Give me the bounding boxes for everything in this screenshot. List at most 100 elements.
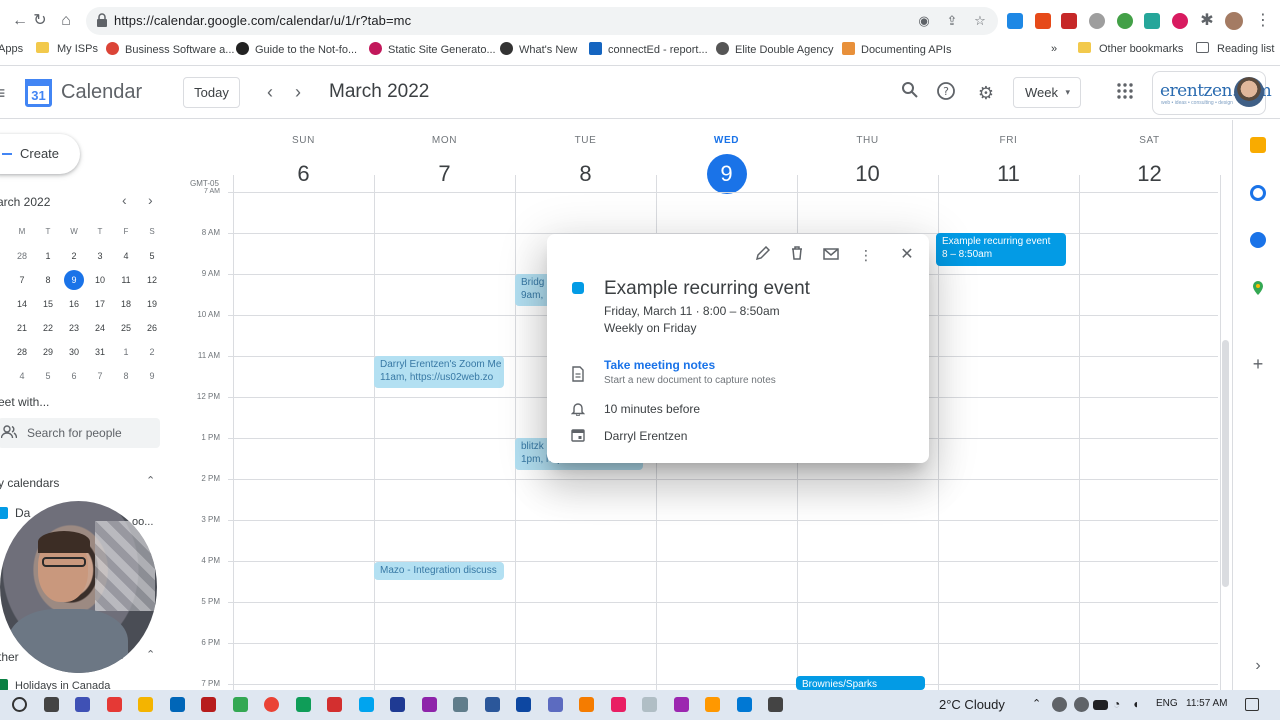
calendar-list-item[interactable]: Daoo... <box>0 506 153 528</box>
mini-day[interactable]: 4 <box>9 364 35 388</box>
search-icon[interactable] <box>12 697 27 712</box>
mini-day[interactable]: 22 <box>35 316 61 340</box>
tasks-icon[interactable] <box>1250 185 1266 201</box>
more-vert-icon[interactable]: ⋮ <box>1253 11 1273 31</box>
mini-day[interactable]: 24 <box>87 316 113 340</box>
bookmark-item[interactable]: Documenting APIs <box>842 42 952 58</box>
language-indicator[interactable]: ENG <box>1156 698 1178 709</box>
mini-day[interactable]: 21 <box>9 316 35 340</box>
extension-icon[interactable] <box>1035 13 1051 29</box>
next-week-button[interactable]: › <box>286 81 310 105</box>
volume-icon[interactable]: ◖ <box>1132 697 1147 712</box>
day-number[interactable]: 11 <box>989 154 1029 194</box>
mini-day[interactable]: 31 <box>87 340 113 364</box>
app-icon[interactable] <box>642 697 657 712</box>
mini-day[interactable]: 25 <box>113 316 139 340</box>
today-button[interactable]: Today <box>183 77 240 108</box>
word-icon[interactable] <box>516 697 531 712</box>
chevron-right-icon[interactable]: › <box>1250 658 1266 674</box>
mini-day[interactable]: 8 <box>113 364 139 388</box>
day-number[interactable]: 6 <box>284 154 324 194</box>
bookmark-item[interactable]: Guide to the Not-fo... <box>236 42 357 58</box>
extension-icon[interactable] <box>1117 13 1133 29</box>
close-icon[interactable]: ✕ <box>897 245 917 265</box>
cloud-icon[interactable] <box>1052 697 1067 712</box>
battery-icon[interactable] <box>1093 700 1108 710</box>
back-arrow-icon[interactable]: ← <box>10 11 30 31</box>
omnibox[interactable]: https://calendar.google.com/calendar/u/1… <box>86 7 998 35</box>
bookmark-item[interactable]: My ISPs <box>36 42 98 58</box>
bookmark-item[interactable]: Reading list <box>1196 42 1274 58</box>
mini-next-month-button[interactable]: › <box>148 192 153 208</box>
mini-day[interactable]: 1 <box>113 340 139 364</box>
app-icon[interactable] <box>484 697 500 712</box>
apps-grid-icon[interactable] <box>1113 81 1137 105</box>
scrollbar[interactable] <box>1222 340 1229 587</box>
account-switcher[interactable]: erentzen.com web • ideas • consulting • … <box>1152 71 1272 115</box>
mini-day[interactable]: 30 <box>61 340 87 364</box>
mini-day[interactable]: 2 <box>139 340 165 364</box>
clock[interactable]: 11:57 AM <box>1186 698 1228 709</box>
extension-icon[interactable] <box>1007 13 1023 29</box>
mini-day[interactable]: 28 <box>9 340 35 364</box>
pdf-extension-icon[interactable] <box>1061 13 1077 29</box>
home-icon[interactable]: ⌂ <box>56 11 76 31</box>
weather-widget[interactable]: 2°C Cloudy <box>939 697 1005 712</box>
event-chip[interactable]: Darryl Erentzen's Zoom Me 11am, https://u… <box>374 356 504 388</box>
mini-day[interactable]: 11 <box>113 268 139 292</box>
mini-day[interactable]: 5 <box>35 364 61 388</box>
mini-day-today[interactable]: 9 <box>61 268 87 292</box>
email-icon[interactable] <box>821 245 841 265</box>
reload-icon[interactable]: ↻ <box>30 11 50 31</box>
mini-prev-month-button[interactable]: ‹ <box>122 192 127 208</box>
day-number[interactable]: 7 <box>425 154 465 194</box>
day-number[interactable]: 8 <box>566 154 606 194</box>
app-icon[interactable] <box>610 697 626 712</box>
bookmark-item[interactable]: Elite Double Agency <box>716 42 833 58</box>
chrome-icon[interactable] <box>232 697 248 712</box>
mini-day[interactable]: 19 <box>139 292 165 316</box>
edge-icon[interactable] <box>295 697 311 712</box>
view-selector[interactable]: Week ▾ <box>1013 77 1081 108</box>
profile-avatar[interactable] <box>1225 12 1243 30</box>
mini-day[interactable]: 2 <box>61 244 87 268</box>
contacts-icon[interactable] <box>1250 232 1266 248</box>
maps-icon[interactable] <box>1250 280 1266 296</box>
task-view-icon[interactable] <box>43 697 59 712</box>
day-number[interactable]: 10 <box>848 154 888 194</box>
help-icon[interactable]: ? <box>934 81 958 105</box>
take-meeting-notes-link[interactable]: Take meeting notes <box>604 358 715 372</box>
app-icon[interactable] <box>547 697 563 712</box>
app-icon[interactable] <box>705 697 720 712</box>
mini-day[interactable]: 28 <box>9 244 35 268</box>
app-icon[interactable] <box>673 697 689 712</box>
mini-day[interactable]: 3 <box>87 244 113 268</box>
chevron-up-icon[interactable]: ⌃ <box>1032 697 1047 712</box>
wifi-icon[interactable]: ◔ <box>1113 697 1128 712</box>
app-icon[interactable] <box>106 697 122 712</box>
mini-day[interactable]: 14 <box>9 292 35 316</box>
add-addon-icon[interactable]: + <box>1250 355 1266 373</box>
extension-icon[interactable] <box>1089 13 1105 29</box>
bookmarks-overflow[interactable]: » <box>1051 42 1057 58</box>
mini-day[interactable]: 29 <box>35 340 61 364</box>
mini-day[interactable]: 5 <box>139 244 165 268</box>
mini-day[interactable]: 15 <box>35 292 61 316</box>
chevron-up-icon[interactable]: ⌃ <box>146 648 155 661</box>
vscode-icon[interactable] <box>169 697 185 712</box>
event-chip[interactable]: Mazo - Integration discuss <box>374 562 504 580</box>
app-icon[interactable] <box>736 697 752 712</box>
mini-day[interactable]: 6 <box>61 364 87 388</box>
mini-day[interactable]: 16 <box>61 292 87 316</box>
prev-week-button[interactable]: ‹ <box>258 81 282 105</box>
day-number[interactable]: 12 <box>1130 154 1170 194</box>
mini-day[interactable]: 23 <box>61 316 87 340</box>
mini-day[interactable]: 7 <box>87 364 113 388</box>
app-icon[interactable] <box>768 697 783 712</box>
main-menu-icon[interactable]: ≡ <box>0 81 8 105</box>
bookmark-item[interactable]: Other bookmarks <box>1078 42 1183 58</box>
skype-icon[interactable] <box>358 697 374 712</box>
share-icon[interactable]: ⇪ <box>944 13 960 29</box>
bookmark-item[interactable]: Business Software a... <box>106 42 234 58</box>
mini-day[interactable]: 10 <box>87 268 113 292</box>
